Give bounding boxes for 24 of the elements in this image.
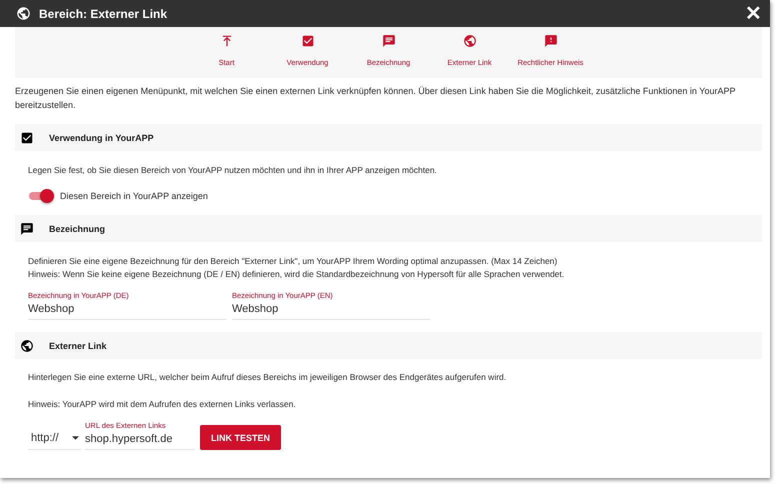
test-link-button[interactable]: LINK TESTEN [200,425,282,450]
protocol-dropdown[interactable]: http:// [28,429,81,450]
caret-icon [72,436,79,440]
section-title: Bezeichnung [49,224,106,234]
section-title: Externer Link [49,340,107,350]
description-text: Definieren Sie eine eigene Bezeichnung für den Bereich "Externer Link", um YourAPP Ihrem Wording optimal anzupassen. (Max 14 Zeichen) [28,255,558,268]
globe-icon [16,6,31,21]
description-text: Hinweis: Wenn Sie keine eigene Bezeichnung (DE / EN) definieren, wird die Standardbezeichnung von Hypersoft für alle Sprachen verwendet. [28,268,566,281]
toggle-switch[interactable] [28,189,54,203]
intro-text: Erzeugenen Sie einen eigenen Menüpunkt, mit welchen Sie einen externen Link verknüpfen können. Über diesen Link haben Sie die Möglichkeit, zusätzliche Funktionen in YourAPP bereitzustellen. [15,85,736,112]
toggle-label: Diesen Bereich in YourAPP anzeigen [60,191,208,201]
description-text: Legen Sie fest, ob Sie diesen Bereich von YourAPP nutzen möchten und ihn in Ihrer APP anzeigen möchten. [28,164,438,177]
close-button[interactable]: ✕ [745,4,762,24]
section-title: Verwendung in YourAPP [49,132,154,142]
alert-icon [544,34,558,48]
globe-icon [20,338,34,352]
checkbox-icon [300,34,314,48]
window-title: Bereich: Externer Link [39,6,168,20]
message-icon [382,34,396,48]
description-text: Hinweis: YourAPP wird mit dem Aufrufen des externen Links verlassen. [28,398,297,411]
checkbox-icon [20,130,34,144]
description-text: Hinterlegen Sie eine externe URL, welcher beim Aufruf dieses Bereichs im jeweiligen Browser des Endgerätes aufgerufen wird. [28,371,508,384]
message-icon [20,222,34,236]
globe-icon [462,34,476,48]
